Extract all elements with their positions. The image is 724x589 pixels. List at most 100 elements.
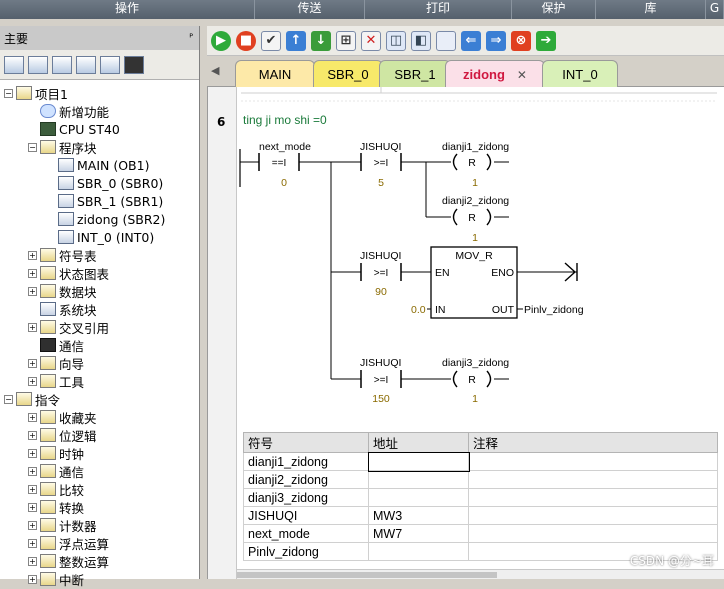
col-address[interactable]: 地址 — [368, 432, 469, 453]
tree-expander-icon[interactable]: − — [28, 142, 37, 152]
comment-cell[interactable] — [468, 470, 718, 489]
view-doc-icon[interactable] — [52, 55, 72, 74]
ribbon-group-transfer[interactable]: 传送 — [255, 0, 365, 19]
insert-network-icon[interactable]: ⊞ — [336, 30, 356, 51]
contact-icon[interactable] — [436, 30, 456, 51]
ribbon-group-print[interactable]: 打印 — [365, 0, 512, 19]
view-list-icon[interactable] — [76, 55, 96, 74]
tree-expander-icon[interactable]: − — [4, 394, 13, 404]
address-cell[interactable]: MW7 — [368, 524, 469, 543]
close-tab-icon[interactable]: ✕ — [517, 68, 527, 82]
view-panel-icon[interactable] — [100, 55, 120, 74]
tree-item[interactable]: + 向导 — [28, 354, 84, 372]
tab-scroll-left-icon[interactable]: ◀ — [211, 64, 219, 77]
tab-zidong[interactable]: zidong ✕ — [445, 60, 545, 88]
symbol-cell[interactable]: dianji2_zidong — [243, 470, 369, 489]
symbol-cell[interactable]: dianji1_zidong — [243, 452, 369, 471]
tree-item[interactable]: + 比较 — [28, 480, 84, 498]
tree-expander-icon[interactable]: + — [28, 250, 37, 260]
scroll-thumb[interactable] — [237, 572, 497, 578]
tree-expander-icon[interactable]: + — [28, 448, 37, 458]
tree-item[interactable]: + 状态图表 — [28, 264, 109, 282]
tab-main[interactable]: MAIN — [235, 60, 315, 87]
tree-expander-icon[interactable]: + — [28, 322, 37, 332]
view-pc-icon[interactable] — [124, 55, 144, 74]
tree-item[interactable]: − 项目1 — [4, 84, 68, 102]
tree-item[interactable]: − 程序块 — [28, 138, 97, 156]
tree-item[interactable]: + 数据块 — [28, 282, 97, 300]
comment-cell[interactable] — [468, 524, 718, 543]
ribbon-group-operate[interactable]: 操作 — [0, 0, 255, 19]
tree-item[interactable]: + 交叉引用 — [28, 318, 109, 336]
symbol-cell[interactable]: dianji3_zidong — [243, 488, 369, 507]
branch-right-icon[interactable]: ⇒ — [486, 30, 506, 51]
view-table-icon[interactable] — [28, 55, 48, 74]
tab-sbr0[interactable]: SBR_0 — [313, 60, 383, 87]
tree-item[interactable]: + 时钟 — [28, 444, 84, 462]
view-small-icon[interactable] — [4, 55, 24, 74]
tree-item[interactable]: − 指令 — [4, 390, 60, 408]
pin-icon[interactable]: ᴾ — [189, 33, 193, 44]
comment-cell[interactable] — [468, 488, 718, 507]
delete-line-icon[interactable]: ⊗ — [511, 30, 531, 51]
tree-expander-icon[interactable]: + — [28, 502, 37, 512]
tree-item[interactable]: + 中断 — [28, 570, 84, 588]
tree-item[interactable]: + 收藏夹 — [28, 408, 97, 426]
tree-expander-icon[interactable]: − — [4, 88, 13, 98]
address-cell[interactable] — [368, 542, 469, 561]
tree-item[interactable]: CPU ST40 — [28, 120, 120, 138]
symbol-cell[interactable]: JISHUQI — [243, 506, 369, 525]
tab-sbr1[interactable]: SBR_1 — [379, 60, 451, 87]
tree-item[interactable]: + 整数运算 — [28, 552, 109, 570]
tree-expander-icon[interactable]: + — [28, 358, 37, 368]
tree-expander-icon[interactable]: + — [28, 574, 37, 584]
stop-icon[interactable]: ■ — [236, 30, 256, 51]
tree-item[interactable]: SBR_0 (SBR0) — [46, 174, 163, 192]
comment-cell[interactable] — [468, 506, 718, 525]
delete-network-icon[interactable]: ✕ — [361, 30, 381, 51]
tree-expander-icon[interactable]: + — [28, 430, 37, 440]
tree-expander-icon[interactable]: + — [28, 268, 37, 278]
ribbon-group-library[interactable]: 库 — [596, 0, 706, 19]
address-cell[interactable] — [368, 470, 469, 489]
comment-cell[interactable] — [468, 452, 718, 471]
tree-expander-icon[interactable]: + — [28, 412, 37, 422]
tab-int0[interactable]: INT_0 — [542, 60, 618, 87]
tree-item[interactable]: + 通信 — [28, 462, 84, 480]
goto-icon[interactable]: ➔ — [536, 30, 556, 51]
address-cell[interactable]: MW3 — [368, 506, 469, 525]
tree-expander-icon[interactable]: + — [28, 556, 37, 566]
tree-expander-icon[interactable]: + — [28, 376, 37, 386]
tree-item[interactable]: 系统块 — [28, 300, 97, 318]
tree-expander-icon[interactable]: + — [28, 286, 37, 296]
ribbon-group-overflow[interactable]: G — [706, 0, 724, 19]
tree-item[interactable]: + 工具 — [28, 372, 84, 390]
compile-icon[interactable]: ✔ — [261, 30, 281, 51]
tree-item[interactable]: + 计数器 — [28, 516, 97, 534]
run-icon[interactable]: ▶ — [211, 30, 231, 51]
tree-item[interactable]: MAIN (OB1) — [46, 156, 149, 174]
tree-item[interactable]: zidong (SBR2) — [46, 210, 165, 228]
symbol-cell[interactable]: Pinlv_zidong — [243, 542, 369, 561]
tree-item[interactable]: 新增功能 — [28, 102, 109, 120]
address-cell[interactable] — [368, 488, 469, 507]
branch-left-icon[interactable]: ⇐ — [461, 30, 481, 51]
download-icon[interactable]: ↓ — [311, 30, 331, 51]
col-symbol[interactable]: 符号 — [243, 432, 369, 453]
tree-expander-icon[interactable]: + — [28, 466, 37, 476]
tree-item[interactable]: + 符号表 — [28, 246, 97, 264]
program-status-icon[interactable]: ◫ — [386, 30, 406, 51]
tree-item[interactable]: 通信 — [28, 336, 84, 354]
tree-item[interactable]: SBR_1 (SBR1) — [46, 192, 163, 210]
ribbon-group-protect[interactable]: 保护 — [512, 0, 596, 19]
col-comment[interactable]: 注释 — [468, 432, 718, 453]
symbol-cell[interactable]: next_mode — [243, 524, 369, 543]
tree-item[interactable]: + 浮点运算 — [28, 534, 109, 552]
tree-item[interactable]: + 位逻辑 — [28, 426, 97, 444]
tree-expander-icon[interactable]: + — [28, 484, 37, 494]
chart-status-icon[interactable]: ◧ — [411, 30, 431, 51]
horizontal-scrollbar[interactable] — [237, 569, 724, 579]
address-cell[interactable] — [367, 451, 470, 472]
tree-item[interactable]: + 转换 — [28, 498, 84, 516]
tree-expander-icon[interactable]: + — [28, 538, 37, 548]
